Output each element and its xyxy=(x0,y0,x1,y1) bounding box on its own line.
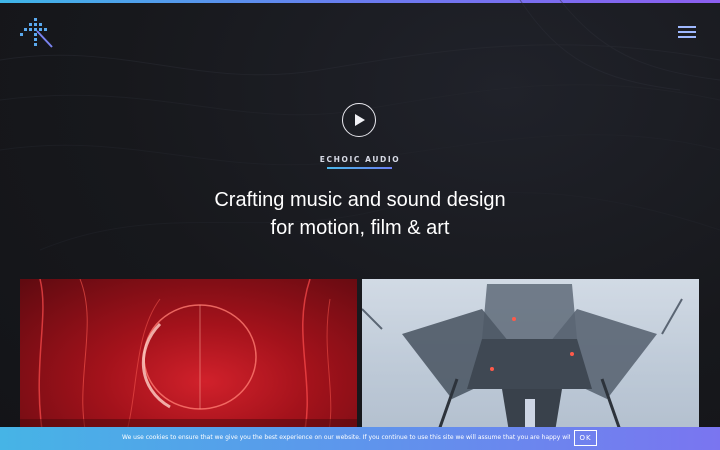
headline-line-2: for motion, film & art xyxy=(270,217,450,239)
cookie-ok-button[interactable]: OK xyxy=(574,430,597,446)
play-button[interactable] xyxy=(342,103,376,137)
play-icon xyxy=(355,114,365,126)
echoic-audio-logo-icon[interactable] xyxy=(18,16,54,50)
hero-headline: Crafting music and sound design for moti… xyxy=(160,186,560,242)
red-cylinder-image xyxy=(20,279,357,450)
brand-underline xyxy=(327,167,392,169)
project-card-red[interactable] xyxy=(20,279,357,450)
brand-label: ECHOIC AUDIO xyxy=(319,155,401,164)
project-card-structure[interactable] xyxy=(362,279,699,450)
headline-line-1: Crafting music and sound design xyxy=(214,189,506,211)
page: ECHOIC AUDIO Crafting music and sound de… xyxy=(0,0,720,450)
cookie-message: We use cookies to ensure that we give yo… xyxy=(122,434,570,441)
hamburger-menu-icon[interactable] xyxy=(678,26,700,40)
cross-structure-image xyxy=(362,279,699,450)
cookie-banner: We use cookies to ensure that we give yo… xyxy=(0,427,720,450)
